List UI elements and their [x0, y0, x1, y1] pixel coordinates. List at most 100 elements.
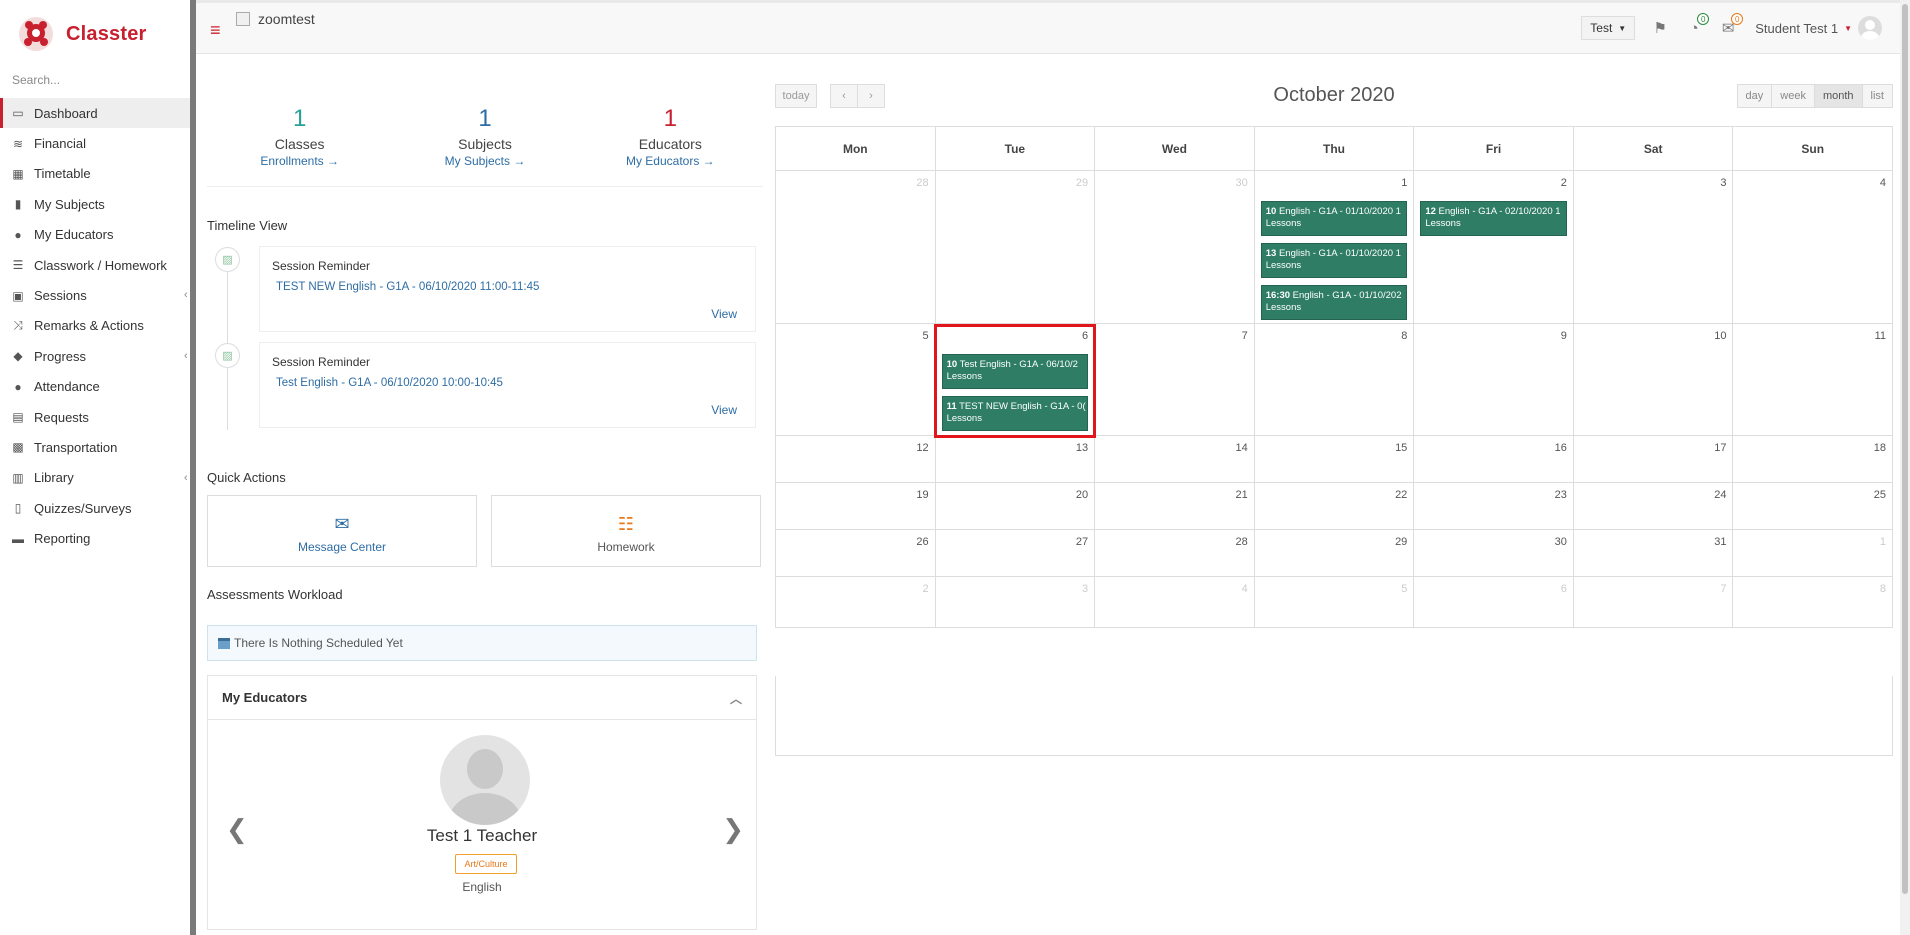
calendar-day[interactable]: 28: [1095, 530, 1255, 576]
event-type: Lessons: [946, 413, 982, 424]
calendar-day[interactable]: 13: [936, 436, 1096, 482]
sidebar-item-attendance[interactable]: ● Attendance: [0, 372, 190, 402]
view-week-button[interactable]: week: [1771, 84, 1815, 108]
calendar-day[interactable]: 12: [776, 436, 936, 482]
chevron-up-icon[interactable]: ︿: [730, 690, 742, 707]
enrollments-link[interactable]: Enrollments →: [207, 154, 392, 168]
calendar-day[interactable]: 27: [936, 530, 1096, 576]
test-dropdown[interactable]: Test ▼: [1581, 16, 1636, 40]
calendar-day[interactable]: 9: [1414, 324, 1574, 435]
hamburger-menu-icon[interactable]: ≡: [210, 21, 221, 39]
sidebar-item-my-subjects[interactable]: ▮ My Subjects: [0, 189, 190, 219]
calendar-day[interactable]: 8: [1733, 577, 1892, 627]
day-number: 10: [1714, 330, 1727, 342]
calendar-day[interactable]: 3: [936, 577, 1096, 627]
calendar-day[interactable]: 15: [1255, 436, 1415, 482]
calendar-day[interactable]: 2 12 English - G1A - 02/10/2020 1 Lessons: [1414, 171, 1574, 323]
calendar-day[interactable]: 4: [1095, 577, 1255, 627]
sidebar-item-reporting[interactable]: ▬ Reporting: [0, 523, 190, 553]
calendar-day[interactable]: 5: [1255, 577, 1415, 627]
sidebar-item-my-educators[interactable]: ● My Educators: [0, 220, 190, 250]
carousel-prev-icon[interactable]: ❮: [226, 814, 248, 845]
calendar-day[interactable]: 26: [776, 530, 936, 576]
sidebar-item-transportation[interactable]: ▩ Transportation: [0, 432, 190, 462]
page-scrollbar[interactable]: [1900, 0, 1910, 935]
sidebar-search-input[interactable]: [12, 70, 182, 90]
calendar-day[interactable]: 21: [1095, 483, 1255, 529]
sidebar-item-requests[interactable]: ▤ Requests: [0, 402, 190, 432]
view-day-button[interactable]: day: [1736, 84, 1773, 108]
calendar-day[interactable]: 20: [936, 483, 1096, 529]
sidebar-item-dashboard[interactable]: ▭ Dashboard: [0, 98, 190, 129]
carousel-next-icon[interactable]: ❯: [722, 814, 744, 845]
view-month-button[interactable]: month: [1813, 84, 1863, 108]
user-menu[interactable]: Student Test 1 ▼: [1755, 21, 1852, 36]
envelope-icon[interactable]: ✉ 0: [1719, 13, 1744, 37]
timeline-card-link[interactable]: TEST NEW English - G1A - 06/10/2020 11:0…: [276, 281, 539, 293]
event-type: Lessons: [1265, 218, 1302, 229]
calendar-day[interactable]: 7: [1095, 324, 1255, 435]
next-month-button[interactable]: ›: [857, 84, 885, 108]
calendar-day[interactable]: 28: [776, 171, 936, 323]
homework-button[interactable]: ☷ Homework: [491, 495, 761, 567]
flag-icon[interactable]: ⚑: [1651, 19, 1669, 37]
view-list-button[interactable]: list: [1861, 84, 1893, 108]
calendar-day[interactable]: 1: [1733, 530, 1892, 576]
my-educators-link[interactable]: My Educators →: [578, 154, 763, 168]
calendar-day[interactable]: 22: [1255, 483, 1415, 529]
calendar-day[interactable]: 19: [776, 483, 936, 529]
calendar-day[interactable]: 6 10 Test English - G1A - 06/10/2 Lessons…: [936, 324, 1096, 435]
calendar-day[interactable]: 16: [1414, 436, 1574, 482]
timeline-card-link[interactable]: Test English - G1A - 06/10/2020 10:00-10…: [276, 377, 503, 389]
sidebar-item-quizzes-surveys[interactable]: ▯ Quizzes/Surveys: [0, 493, 190, 523]
calendar-day[interactable]: 5: [776, 324, 936, 435]
calendar-day[interactable]: 29: [936, 171, 1096, 323]
calendar-day[interactable]: 31: [1574, 530, 1734, 576]
calendar-day[interactable]: 4: [1733, 171, 1892, 323]
calendar-day[interactable]: 24: [1574, 483, 1734, 529]
calendar-day[interactable]: 11: [1733, 324, 1892, 435]
sidebar-item-remarks-actions[interactable]: ⤨ Remarks & Actions: [0, 311, 190, 341]
sidebar-item-sessions[interactable]: ▣ Sessions ‹: [0, 280, 190, 310]
calendar-day[interactable]: 10: [1574, 324, 1734, 435]
bell-icon[interactable]: ◔ 0: [1685, 13, 1710, 37]
view-link[interactable]: View: [711, 307, 737, 321]
user-avatar[interactable]: [1858, 16, 1882, 40]
calendar-day[interactable]: 29: [1255, 530, 1415, 576]
today-button[interactable]: today: [775, 84, 817, 108]
sidebar-item-financial[interactable]: ≋ Financial: [0, 128, 190, 158]
calendar-event[interactable]: 10 Test English - G1A - 06/10/2 Lessons: [941, 354, 1089, 389]
calendar-day[interactable]: 6: [1414, 577, 1574, 627]
calendar-day[interactable]: 8: [1255, 324, 1415, 435]
calendar-event[interactable]: 11 TEST NEW English - G1A - 0(Lessons: [941, 396, 1089, 431]
calendar-day[interactable]: 7: [1574, 577, 1734, 627]
calendar-day[interactable]: 18: [1733, 436, 1892, 482]
calendar-day[interactable]: 30: [1414, 530, 1574, 576]
sidebar-item-progress[interactable]: ◆ Progress ‹: [0, 341, 190, 371]
calendar-day[interactable]: 14: [1095, 436, 1255, 482]
calendar-day[interactable]: 17: [1574, 436, 1734, 482]
calendar-event[interactable]: 13 English - G1A - 01/10/2020 1 Lessons: [1260, 243, 1408, 278]
calendar-day[interactable]: 25: [1733, 483, 1892, 529]
calendar-event[interactable]: 16:30 English - G1A - 01/10/202 Lessons: [1260, 285, 1408, 320]
calendar-day[interactable]: 23: [1414, 483, 1574, 529]
calendar-event[interactable]: 12 English - G1A - 02/10/2020 1 Lessons: [1420, 201, 1567, 236]
day-number: 4: [1879, 177, 1887, 189]
calendar-event[interactable]: 10 English - G1A - 01/10/2020 1 Lessons: [1260, 201, 1408, 236]
book-icon: ▮: [14, 197, 22, 212]
view-link[interactable]: View: [711, 403, 737, 417]
message-center-button[interactable]: ✉ Message Center: [207, 495, 477, 567]
calendar-day[interactable]: 30: [1095, 171, 1255, 323]
sidebar-item-classwork-homework[interactable]: ☰ Classwork / Homework: [0, 250, 190, 280]
sidebar-item-library[interactable]: ▥ Library ‹: [0, 463, 190, 493]
calendar-day[interactable]: 3: [1574, 171, 1734, 323]
calendar-day[interactable]: 2: [776, 577, 936, 627]
logo[interactable]: Classter: [18, 14, 147, 54]
sidebar-item-timetable[interactable]: ▦ Timetable: [0, 159, 190, 189]
my-educators-header[interactable]: My Educators ︿: [208, 676, 756, 720]
scrollbar-thumb[interactable]: [1902, 4, 1908, 894]
prev-month-button[interactable]: ‹: [830, 84, 858, 108]
my-subjects-link[interactable]: My Subjects →: [392, 154, 577, 168]
calendar-day[interactable]: 1 10 English - G1A - 01/10/2020 1 Lessons…: [1255, 171, 1415, 323]
caret-down-icon: ▼: [1844, 23, 1852, 33]
